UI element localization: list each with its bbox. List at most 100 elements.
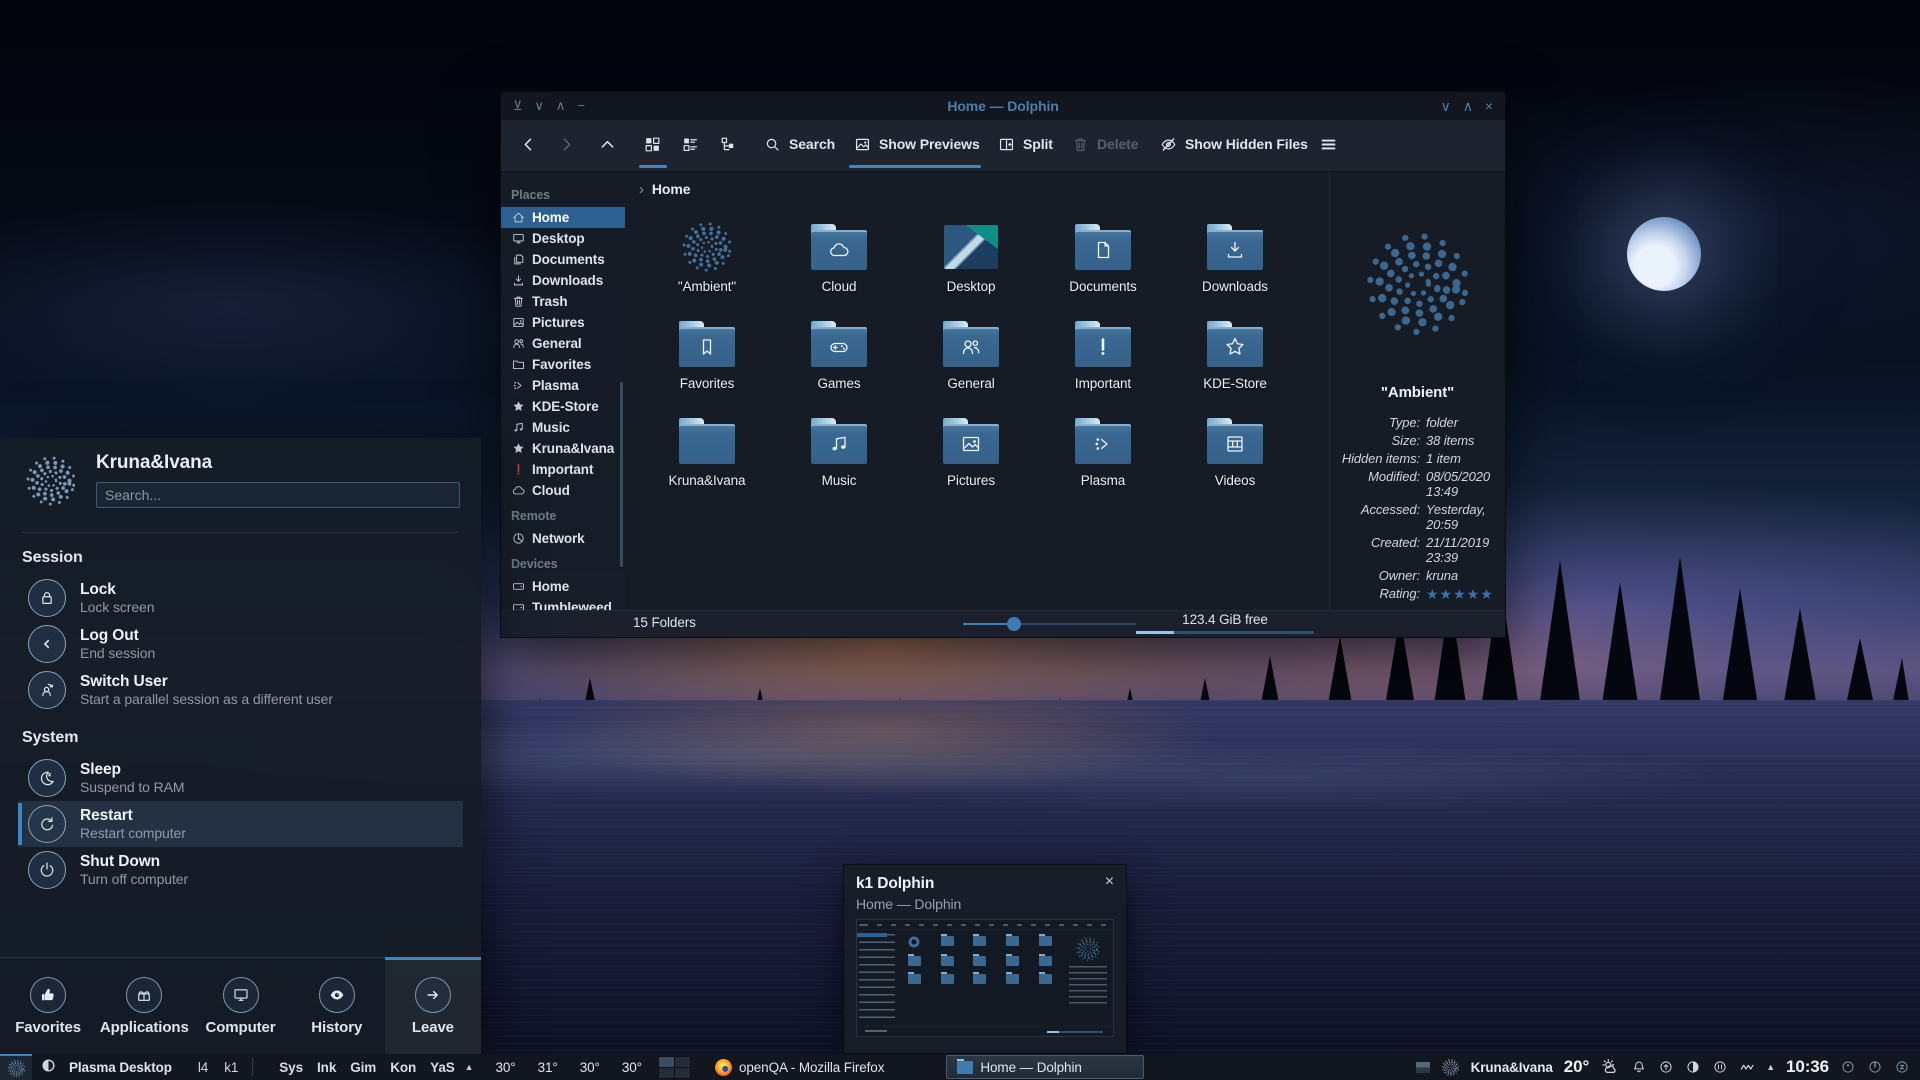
folder-item[interactable]: Pictures xyxy=(905,412,1037,509)
launcher-item[interactable]: Shut Down Turn off computer xyxy=(18,847,463,893)
timer-dot-icon[interactable] xyxy=(1840,1059,1856,1075)
sidebar-remote-item[interactable]: Network xyxy=(501,528,625,549)
titlebar-button[interactable]: × xyxy=(1485,92,1493,120)
forward-button[interactable] xyxy=(557,120,576,168)
sidebar-place-item[interactable]: Downloads xyxy=(501,270,625,291)
sidebar-place-item[interactable]: Cloud xyxy=(501,480,625,501)
folder-item[interactable]: KDE-Store xyxy=(1169,315,1301,412)
launcher-tab[interactable]: Favorites xyxy=(0,958,96,1054)
search-input[interactable] xyxy=(96,482,460,508)
sidebar-place-item[interactable]: Pictures xyxy=(501,312,625,333)
sidebar-place-item[interactable]: Favorites xyxy=(501,354,625,375)
launcher-item[interactable]: Switch User Start a parallel session as … xyxy=(18,667,463,713)
folder-item[interactable]: Downloads xyxy=(1169,218,1301,315)
app-shortcut[interactable]: Ink xyxy=(317,1060,336,1075)
folder-item[interactable]: General xyxy=(905,315,1037,412)
dolphin-titlebar[interactable]: Home — Dolphin ⊻∨∧− ∨∧× xyxy=(501,92,1505,120)
folder-item[interactable]: Games xyxy=(773,315,905,412)
show-hidden-button[interactable]: Show Hidden Files xyxy=(1159,120,1308,168)
timer-line-icon[interactable] xyxy=(1867,1059,1883,1075)
temperature-label[interactable]: 30° xyxy=(580,1060,600,1075)
titlebar-button[interactable]: ∨ xyxy=(1441,92,1451,120)
sidebar-place-item[interactable]: Kruna&Ivana xyxy=(501,438,625,459)
folder-item[interactable]: Plasma xyxy=(1037,412,1169,509)
sidebar-place-item[interactable]: Home xyxy=(501,207,625,228)
breadcrumb-chevron-icon[interactable]: › xyxy=(639,181,644,198)
search-button[interactable]: Search xyxy=(763,120,835,168)
breadcrumb[interactable]: › Home xyxy=(625,172,1329,206)
folder-item[interactable]: Videos xyxy=(1169,412,1301,509)
vm-waves-icon[interactable] xyxy=(1739,1059,1755,1075)
sidebar-place-item[interactable]: Trash xyxy=(501,291,625,312)
launcher-tab[interactable]: Computer xyxy=(192,958,288,1054)
sidebar-place-item[interactable]: Music xyxy=(501,417,625,438)
notifications-bell-icon[interactable] xyxy=(1631,1059,1647,1075)
user-switcher-icon[interactable] xyxy=(1441,1058,1460,1077)
sidebar-place-item[interactable]: Important xyxy=(501,459,625,480)
user-avatar[interactable] xyxy=(24,454,78,508)
taskbar-task[interactable]: openQA - Mozilla Firefox xyxy=(705,1054,894,1080)
folder-item[interactable]: Music xyxy=(773,412,905,509)
zoom-slider[interactable] xyxy=(963,623,1136,625)
zoom-slider-handle[interactable] xyxy=(1007,617,1021,631)
activity-button[interactable] xyxy=(40,1057,57,1077)
icons-view-button[interactable] xyxy=(643,120,662,168)
delete-button[interactable]: Delete xyxy=(1071,120,1138,168)
launcher-tab[interactable]: Applications xyxy=(96,958,192,1054)
temperature-label[interactable]: 30° xyxy=(495,1060,515,1075)
app-shortcut[interactable]: Gim xyxy=(350,1060,376,1075)
titlebar-button[interactable]: ∨ xyxy=(534,92,543,120)
sidebar-place-item[interactable]: Documents xyxy=(501,249,625,270)
updates-icon[interactable] xyxy=(1658,1059,1674,1075)
launcher-item[interactable]: Sleep Suspend to RAM xyxy=(18,755,463,801)
app-shortcut[interactable]: YaS xyxy=(430,1060,454,1075)
desktop-badge[interactable]: k1 xyxy=(224,1060,238,1075)
folder-item[interactable]: Favorites xyxy=(641,315,773,412)
temperature-label[interactable]: 30° xyxy=(622,1060,642,1075)
breadcrumb-location[interactable]: Home xyxy=(652,181,691,197)
folder-item[interactable]: Desktop xyxy=(905,218,1037,315)
titlebar-button[interactable]: − xyxy=(577,92,585,120)
close-icon[interactable]: × xyxy=(1105,873,1114,891)
folder-item[interactable]: Cloud xyxy=(773,218,905,315)
tray-user-name[interactable]: Kruna&Ivana xyxy=(1471,1060,1553,1075)
rating-stars[interactable]: ★★★★★ xyxy=(1426,586,1497,603)
weather-icon[interactable] xyxy=(1600,1057,1620,1077)
launcher-tab[interactable]: Leave xyxy=(385,958,481,1054)
launcher-item[interactable]: Lock Lock screen xyxy=(18,575,463,621)
back-button[interactable] xyxy=(519,120,538,168)
desktop-badge[interactable]: l4 xyxy=(198,1060,208,1075)
tray-display-icon[interactable] xyxy=(1416,1062,1430,1073)
temperature-label[interactable]: 31° xyxy=(538,1060,558,1075)
sidebar-scrollbar[interactable] xyxy=(620,382,623,567)
sidebar-place-item[interactable]: General xyxy=(501,333,625,354)
virtual-desktop-pager[interactable] xyxy=(658,1056,691,1079)
folder-item[interactable]: Important xyxy=(1037,315,1169,412)
show-previews-button[interactable]: Show Previews xyxy=(853,120,980,168)
window-thumbnail[interactable] xyxy=(856,919,1114,1037)
launcher-item[interactable]: Log Out End session xyxy=(18,621,463,667)
titlebar-button[interactable]: ⊻ xyxy=(513,92,522,120)
folder-item[interactable]: "Ambient" xyxy=(641,218,773,315)
launcher-button[interactable] xyxy=(0,1054,32,1080)
sidebar-device-item[interactable]: Home xyxy=(501,576,625,597)
tree-view-button[interactable] xyxy=(719,120,738,168)
clock[interactable]: 10:36 xyxy=(1786,1057,1829,1077)
expand-arrow-icon[interactable]: ▲ xyxy=(465,1062,474,1072)
folder-item[interactable]: Documents xyxy=(1037,218,1169,315)
taskbar-task[interactable]: Home — Dolphin xyxy=(946,1055,1144,1079)
details-view-button[interactable] xyxy=(681,120,700,168)
weather-temperature[interactable]: 20° xyxy=(1564,1057,1589,1077)
launcher-tab[interactable]: History xyxy=(289,958,385,1054)
up-button[interactable] xyxy=(598,120,617,168)
split-button[interactable]: Split xyxy=(997,120,1053,168)
desktop-name-label[interactable]: Plasma Desktop xyxy=(69,1060,172,1075)
sleep-z-icon[interactable] xyxy=(1894,1059,1910,1075)
titlebar-button[interactable]: ∧ xyxy=(556,92,565,120)
sidebar-place-item[interactable]: KDE-Store xyxy=(501,396,625,417)
folder-item[interactable]: Kruna&Ivana xyxy=(641,412,773,509)
tray-expand-icon[interactable]: ▲ xyxy=(1766,1062,1775,1072)
app-shortcut[interactable]: Kon xyxy=(390,1060,416,1075)
media-pause-icon[interactable] xyxy=(1712,1059,1728,1075)
menu-button[interactable] xyxy=(1319,120,1338,168)
